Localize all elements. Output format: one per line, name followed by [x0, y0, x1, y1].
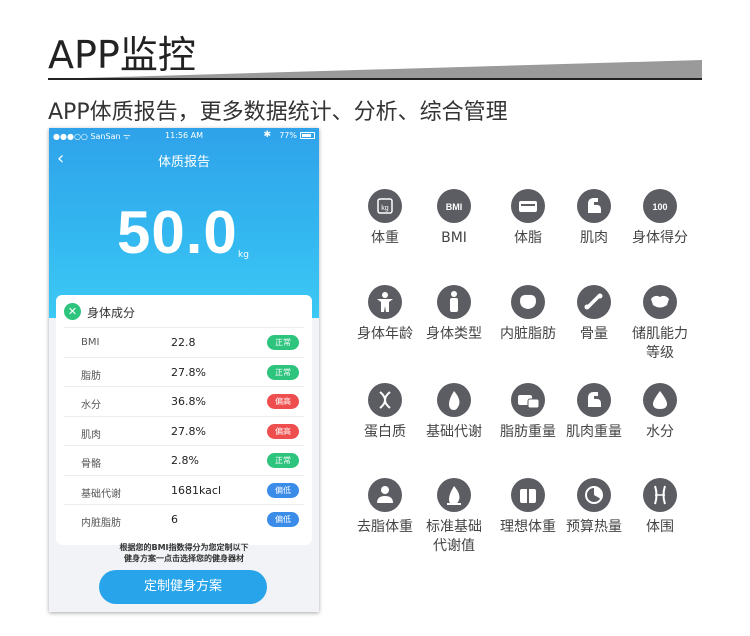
row-name: 基础代谢	[81, 488, 121, 500]
subtitle: APP体质报告，更多数据统计、分析、综合管理	[48, 100, 508, 125]
row-value: 6	[171, 513, 178, 526]
svg-text:kg: kg	[381, 205, 389, 212]
protein-icon	[368, 383, 402, 417]
row-name: 脂肪	[81, 370, 101, 382]
ideal-weight-icon	[511, 478, 545, 512]
feature-label: 基础代谢	[426, 424, 482, 440]
title-divider	[48, 60, 702, 80]
fat-weight-icon	[511, 383, 545, 417]
muscle-icon	[577, 189, 611, 223]
feature-label: 标准基础 代谢值	[414, 518, 494, 556]
feature-label: 水分	[646, 424, 674, 440]
row-value: 1681kacl	[171, 483, 222, 497]
feature-lean-mass: 去脂体重	[345, 478, 425, 537]
note-line-2: 健身方案一点击选择您的健身器材	[124, 554, 244, 563]
feature-label: BMI	[441, 230, 467, 246]
calorie-budget-icon	[577, 478, 611, 512]
muscle-weight-icon	[577, 383, 611, 417]
feature-water: 水分	[620, 383, 700, 442]
composition-row: 水分 36.8% 偏高	[64, 386, 304, 415]
metabolism-icon	[437, 383, 471, 417]
feature-label: 储肌能力 等级	[620, 325, 700, 363]
status-badge: 正常	[267, 335, 299, 350]
battery-percent: 77%	[279, 131, 297, 140]
water-icon	[643, 383, 677, 417]
weight-value: 50.0	[117, 199, 238, 266]
feature-label-line1: 储肌能力	[632, 326, 688, 342]
feature-label: 蛋白质	[364, 424, 406, 440]
composition-row: 内脏脂肪 6 偏低	[64, 504, 304, 533]
weight-unit: kg	[238, 250, 249, 260]
body-measure-icon	[643, 478, 677, 512]
nav-bar: ‹ 体质报告	[49, 146, 319, 172]
row-value: 27.8%	[171, 365, 206, 379]
svg-text:BMI: BMI	[446, 202, 463, 212]
feature-label-line2: 代谢值	[433, 538, 475, 554]
nav-title: 体质报告	[157, 155, 210, 170]
feature-bmi: BMI BMI	[414, 189, 494, 248]
status-badge: 偏低	[267, 482, 299, 498]
recommendation-note: 根据您的BMI指数得分为您定制以下 健身方案一点击选择您的健身器材	[49, 542, 319, 564]
bluetooth-icon: ✱	[263, 130, 271, 140]
feature-body-age: 身体年龄	[345, 285, 425, 344]
visceral-fat-icon	[511, 285, 545, 319]
svg-text:100: 100	[652, 202, 667, 212]
feature-standard-metabolism: 标准基础 代谢值	[414, 478, 494, 556]
composition-row: 脂肪 27.8% 正常	[64, 356, 304, 386]
lean-mass-icon	[368, 478, 402, 512]
feature-label-line1: 标准基础	[426, 519, 482, 535]
feature-label: 体围	[646, 519, 674, 535]
row-name: 骨骼	[81, 459, 101, 470]
composition-row: 肌肉 27.8% 偏高	[64, 415, 304, 445]
feature-body-type: 身体类型	[414, 285, 494, 344]
feature-label: 去脂体重	[357, 519, 413, 535]
feature-label: 身体得分	[632, 230, 688, 246]
composition-row: 基础代谢 1681kacl 偏低	[64, 474, 304, 504]
row-name: 肌肉	[81, 429, 101, 441]
scale-icon: kg	[368, 189, 402, 223]
row-value: 36.8%	[171, 395, 206, 408]
standard-metabolism-icon	[437, 478, 471, 512]
composition-row: 骨骼 2.8% 正常	[64, 445, 304, 474]
status-bar: ●●●○○ SanSan ᯤ 11:56 AM ✱ 77%	[49, 128, 319, 144]
battery-icon	[300, 132, 315, 139]
status-badge: 正常	[267, 453, 299, 468]
status-badge: 偏高	[267, 394, 299, 409]
body-fat-icon	[511, 189, 545, 223]
feature-score: 100 身体得分	[620, 189, 700, 248]
status-badge: 正常	[267, 364, 299, 380]
feature-label: 身体类型	[426, 326, 482, 342]
bmi-icon: BMI	[437, 189, 471, 223]
status-badge: 偏低	[267, 512, 299, 527]
bone-icon	[577, 285, 611, 319]
composition-row: BMI 22.8 正常	[64, 327, 304, 356]
row-value: 22.8	[171, 336, 196, 349]
row-name: 水分	[81, 400, 101, 411]
body-composition-card: ✕ 身体成分 BMI 22.8 正常 脂肪 27.8% 正常 水分 36.8% 偏高 肌肉 27.8…	[56, 295, 312, 545]
feature-label-line2: 等级	[646, 345, 674, 361]
row-name: BMI	[81, 337, 100, 348]
feature-metabolism: 基础代谢	[414, 383, 494, 442]
custom-plan-button[interactable]: 定制健身方案	[99, 570, 267, 604]
row-value: 27.8%	[171, 424, 206, 438]
phone-screen: ●●●○○ SanSan ᯤ 11:56 AM ✱ 77% ‹ 体质报告 50.…	[49, 128, 319, 612]
body-age-icon	[368, 285, 402, 319]
muscle-level-icon	[643, 285, 677, 319]
feature-muscle-level: 储肌能力 等级	[620, 285, 700, 363]
feature-label: 身体年龄	[357, 326, 413, 342]
feature-protein: 蛋白质	[345, 383, 425, 442]
row-name: 内脏脂肪	[81, 518, 121, 529]
note-line-1: 根据您的BMI指数得分为您定制以下	[119, 543, 249, 552]
score-icon: 100	[643, 189, 677, 223]
status-badge: 偏高	[267, 423, 299, 439]
card-title: 身体成分	[87, 306, 136, 320]
feature-label: 体重	[371, 230, 399, 246]
report-header-area: ●●●○○ SanSan ᯤ 11:56 AM ✱ 77% ‹ 体质报告 50.…	[49, 128, 319, 318]
body-composition-icon: ✕	[64, 303, 81, 320]
feature-body-measure: 体围	[620, 478, 700, 537]
feature-scale: kg 体重	[345, 189, 425, 248]
row-value: 2.8%	[171, 454, 199, 467]
body-type-icon	[437, 285, 471, 319]
